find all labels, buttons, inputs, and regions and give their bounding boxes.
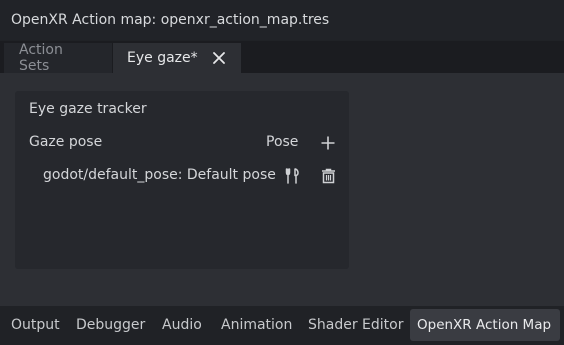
bottom-tab-label: Animation (221, 317, 293, 333)
bottom-tab-label: Shader Editor (308, 317, 404, 333)
close-icon[interactable] (212, 51, 226, 65)
bottom-tab-output[interactable]: Output (3, 309, 68, 341)
bottom-tab-debugger[interactable]: Debugger (68, 309, 153, 341)
edit-binding-button[interactable] (282, 165, 302, 187)
delete-binding-button[interactable] (318, 165, 338, 187)
bottom-tab-label: OpenXR Action Map (417, 317, 552, 333)
tab-label: Eye gaze* (127, 50, 198, 66)
tab-eye-gaze[interactable]: Eye gaze* (113, 43, 241, 73)
bottom-tab-label: Debugger (76, 317, 146, 333)
add-binding-button[interactable] (318, 133, 338, 153)
binding-row: godot/default_pose: Default pose (15, 164, 349, 190)
action-type-select[interactable]: Pose (266, 134, 298, 150)
action-name[interactable]: Gaze pose (29, 134, 102, 150)
action-set-name[interactable]: Eye gaze tracker (29, 101, 147, 117)
window-title: OpenXR Action map: openxr_action_map.tre… (11, 12, 330, 28)
tab-label: Action Sets (19, 42, 63, 74)
plus-icon (321, 136, 335, 150)
bottom-panel-tabs: Output Debugger Audio Animation Shader E… (0, 306, 564, 345)
tab-action-sets[interactable]: Action Sets (4, 42, 112, 74)
bottom-tab-label: Output (11, 317, 60, 333)
bottom-tab-audio[interactable]: Audio (154, 309, 210, 341)
action-row: Gaze pose Pose (15, 131, 349, 157)
tools-icon (285, 168, 299, 184)
bottom-tab-shader-editor[interactable]: Shader Editor (300, 309, 411, 341)
action-set-editor-panel: Eye gaze tracker Gaze pose Pose godot/de… (0, 73, 564, 306)
trash-icon (321, 168, 335, 184)
window-title-bar: OpenXR Action map: openxr_action_map.tre… (0, 0, 564, 40)
bottom-tab-openxr-action-map[interactable]: OpenXR Action Map (410, 309, 560, 341)
bottom-tab-label: Audio (162, 317, 202, 333)
action-set-card: Eye gaze tracker Gaze pose Pose godot/de… (15, 91, 349, 269)
action-map-tab-strip: Action Sets Eye gaze* (0, 41, 564, 74)
binding-label: godot/default_pose: Default pose (43, 167, 276, 183)
bottom-tab-animation[interactable]: Animation (213, 309, 300, 341)
